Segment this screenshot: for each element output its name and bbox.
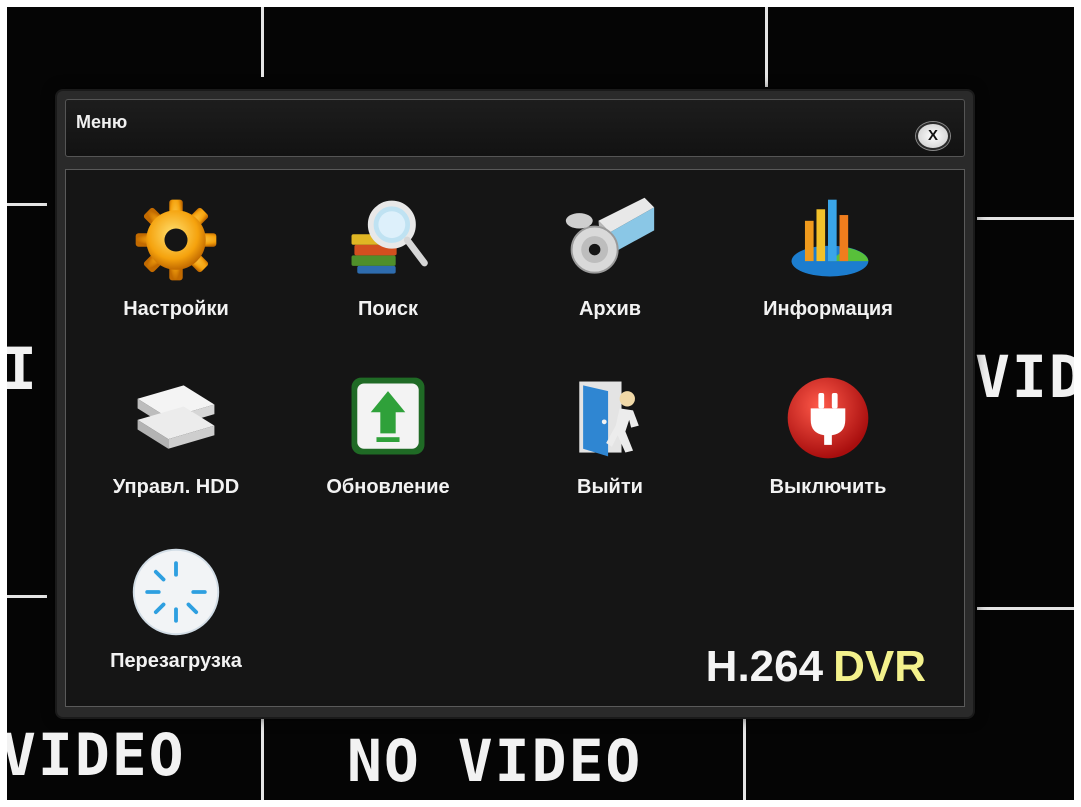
grid-line <box>977 607 1074 610</box>
menu-item-label: Обновление <box>326 476 450 498</box>
menu-item-label: Выйти <box>577 476 643 498</box>
grid-line <box>977 217 1074 220</box>
archive-disc-icon <box>565 197 655 274</box>
menu-item-shutdown[interactable]: Выключить <box>728 370 928 499</box>
menu-item-search[interactable]: Поиск <box>288 192 488 321</box>
close-button[interactable]: X <box>916 122 950 150</box>
menu-item-upgrade[interactable]: Обновление <box>288 370 488 499</box>
menu-item-settings[interactable]: Настройки <box>76 192 276 321</box>
menu-item-info[interactable]: Информация <box>728 192 928 321</box>
menu-item-label: Информация <box>763 298 893 320</box>
no-video-side-left-label: VI <box>7 335 39 403</box>
menu-item-label: Выключить <box>769 476 887 498</box>
menu-item-label: Архив <box>578 298 642 320</box>
gear-icon <box>135 199 217 281</box>
grid-line <box>7 595 47 598</box>
power-plug-icon <box>787 377 869 459</box>
menu-item-label: Управл. HDD <box>112 476 240 498</box>
menu-title: Меню <box>76 112 128 132</box>
grid-line <box>261 719 264 800</box>
menu-item-label: Перезагрузка <box>110 650 242 672</box>
brand-codec: H.264 <box>705 642 824 691</box>
menu-titlebar: Меню X <box>65 99 965 157</box>
search-books-icon <box>351 200 428 274</box>
menu-item-logout[interactable]: Выйти <box>510 370 710 499</box>
menu-item-reboot[interactable]: Перезагрузка <box>76 544 276 673</box>
menu-item-hdd[interactable]: Управл. HDD <box>76 370 276 499</box>
grid-line <box>743 719 746 800</box>
brand-product: DVR <box>833 642 926 691</box>
grid-line <box>765 7 768 87</box>
dvr-screen: VIDEO NO VIDEO VI VID Меню X <box>7 7 1074 800</box>
menu-content: Настройки Поиск Архив Информация Управл.… <box>65 169 965 707</box>
menu-item-label: Поиск <box>357 298 419 320</box>
grid-line <box>7 203 47 206</box>
hdd-icon <box>137 385 215 449</box>
brand-logo: H.264 DVR <box>706 642 926 692</box>
no-video-left-label: VIDEO <box>7 721 186 789</box>
menu-item-label: Настройки <box>123 298 229 320</box>
reboot-spinner-icon <box>132 548 220 636</box>
bar-chart-icon <box>791 199 869 277</box>
grid-line <box>261 7 264 77</box>
no-video-side-right-label: VID <box>975 343 1074 411</box>
main-menu-window: Меню X Настройки Поиск Архив Информация … <box>57 91 973 717</box>
menu-item-archive[interactable]: Архив <box>510 192 710 321</box>
no-video-center-label: NO VIDEO <box>347 727 643 795</box>
upgrade-arrow-icon <box>351 377 425 455</box>
exit-door-icon <box>579 381 639 457</box>
